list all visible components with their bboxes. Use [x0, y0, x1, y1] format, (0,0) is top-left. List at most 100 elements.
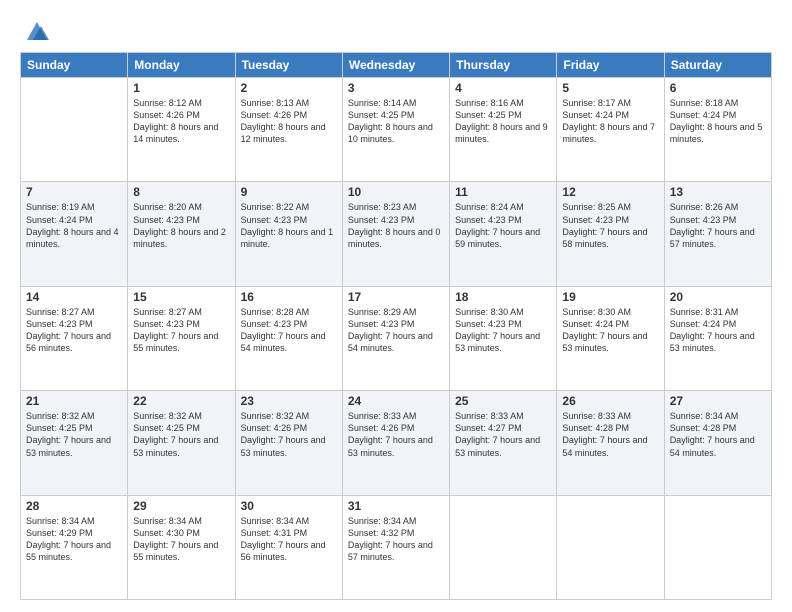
day-number: 16: [241, 290, 337, 304]
calendar-cell: 1 Sunrise: 8:12 AMSunset: 4:26 PMDaylight…: [128, 78, 235, 182]
calendar-cell: [450, 495, 557, 599]
day-number: 11: [455, 185, 551, 199]
day-info: Sunrise: 8:34 AMSunset: 4:31 PMDaylight:…: [241, 515, 337, 564]
calendar-cell: 7 Sunrise: 8:19 AMSunset: 4:24 PMDaylight…: [21, 182, 128, 286]
day-number: 20: [670, 290, 766, 304]
day-number: 24: [348, 394, 444, 408]
day-number: 14: [26, 290, 122, 304]
day-number: 31: [348, 499, 444, 513]
day-number: 21: [26, 394, 122, 408]
day-info: Sunrise: 8:25 AMSunset: 4:23 PMDaylight:…: [562, 201, 658, 250]
calendar-cell: 6Sunrise: 8:18 AMSunset: 4:24 PMDaylight…: [664, 78, 771, 182]
day-info: Sunrise: 8:32 AMSunset: 4:26 PMDaylight:…: [241, 410, 337, 459]
day-info: Sunrise: 8:17 AMSunset: 4:24 PMDaylight:…: [562, 97, 658, 146]
day-info: Sunrise: 8:16 AMSunset: 4:25 PMDaylight:…: [455, 97, 551, 146]
calendar-cell: 2Sunrise: 8:13 AMSunset: 4:26 PMDaylight…: [235, 78, 342, 182]
col-header-monday: Monday: [128, 53, 235, 78]
col-header-friday: Friday: [557, 53, 664, 78]
day-info: Sunrise: 8:14 AMSunset: 4:25 PMDaylight:…: [348, 97, 444, 146]
calendar-cell: 12 Sunrise: 8:25 AMSunset: 4:23 PMDayligh…: [557, 182, 664, 286]
col-header-saturday: Saturday: [664, 53, 771, 78]
calendar-cell: 11 Sunrise: 8:24 AMSunset: 4:23 PMDayligh…: [450, 182, 557, 286]
col-header-tuesday: Tuesday: [235, 53, 342, 78]
calendar-cell: 8 Sunrise: 8:20 AMSunset: 4:23 PMDaylight…: [128, 182, 235, 286]
day-number: 15: [133, 290, 229, 304]
day-number: 17: [348, 290, 444, 304]
day-info: Sunrise: 8:26 AMSunset: 4:23 PMDaylight:…: [670, 201, 766, 250]
calendar-cell: [21, 78, 128, 182]
day-info: Sunrise: 8:28 AMSunset: 4:23 PMDaylight:…: [241, 306, 337, 355]
day-number: 3: [348, 81, 444, 95]
day-info: Sunrise: 8:12 AMSunset: 4:26 PMDaylight:…: [133, 97, 229, 146]
day-info: Sunrise: 8:19 AMSunset: 4:24 PMDaylight:…: [26, 201, 122, 250]
day-info: Sunrise: 8:24 AMSunset: 4:23 PMDaylight:…: [455, 201, 551, 250]
calendar-cell: 3 Sunrise: 8:14 AMSunset: 4:25 PMDaylight…: [342, 78, 449, 182]
col-header-sunday: Sunday: [21, 53, 128, 78]
calendar-week-row: 1 Sunrise: 8:12 AMSunset: 4:26 PMDaylight…: [21, 78, 772, 182]
calendar-cell: 29Sunrise: 8:34 AMSunset: 4:30 PMDayligh…: [128, 495, 235, 599]
calendar-week-row: 7 Sunrise: 8:19 AMSunset: 4:24 PMDaylight…: [21, 182, 772, 286]
day-number: 26: [562, 394, 658, 408]
day-number: 23: [241, 394, 337, 408]
day-info: Sunrise: 8:33 AMSunset: 4:28 PMDaylight:…: [562, 410, 658, 459]
day-number: 6: [670, 81, 766, 95]
day-info: Sunrise: 8:27 AMSunset: 4:23 PMDaylight:…: [26, 306, 122, 355]
day-info: Sunrise: 8:32 AMSunset: 4:25 PMDaylight:…: [26, 410, 122, 459]
calendar-cell: 14 Sunrise: 8:27 AMSunset: 4:23 PMDayligh…: [21, 286, 128, 390]
day-number: 25: [455, 394, 551, 408]
calendar-table: SundayMondayTuesdayWednesdayThursdayFrid…: [20, 52, 772, 600]
day-info: Sunrise: 8:20 AMSunset: 4:23 PMDaylight:…: [133, 201, 229, 250]
day-number: 12: [562, 185, 658, 199]
day-number: 18: [455, 290, 551, 304]
calendar-cell: 18 Sunrise: 8:30 AMSunset: 4:23 PMDayligh…: [450, 286, 557, 390]
day-info: Sunrise: 8:30 AMSunset: 4:24 PMDaylight:…: [562, 306, 658, 355]
day-number: 7: [26, 185, 122, 199]
calendar-cell: 23 Sunrise: 8:32 AMSunset: 4:26 PMDayligh…: [235, 391, 342, 495]
calendar-cell: 17Sunrise: 8:29 AMSunset: 4:23 PMDayligh…: [342, 286, 449, 390]
calendar-cell: 22Sunrise: 8:32 AMSunset: 4:25 PMDayligh…: [128, 391, 235, 495]
day-number: 22: [133, 394, 229, 408]
day-number: 29: [133, 499, 229, 513]
day-info: Sunrise: 8:34 AMSunset: 4:28 PMDaylight:…: [670, 410, 766, 459]
calendar-cell: 5 Sunrise: 8:17 AMSunset: 4:24 PMDaylight…: [557, 78, 664, 182]
calendar-cell: 21 Sunrise: 8:32 AMSunset: 4:25 PMDayligh…: [21, 391, 128, 495]
day-info: Sunrise: 8:30 AMSunset: 4:23 PMDaylight:…: [455, 306, 551, 355]
day-number: 5: [562, 81, 658, 95]
day-info: Sunrise: 8:31 AMSunset: 4:24 PMDaylight:…: [670, 306, 766, 355]
calendar-week-row: 14 Sunrise: 8:27 AMSunset: 4:23 PMDayligh…: [21, 286, 772, 390]
calendar-cell: 25 Sunrise: 8:33 AMSunset: 4:27 PMDayligh…: [450, 391, 557, 495]
calendar-cell: 28Sunrise: 8:34 AMSunset: 4:29 PMDayligh…: [21, 495, 128, 599]
calendar-cell: 20 Sunrise: 8:31 AMSunset: 4:24 PMDayligh…: [664, 286, 771, 390]
col-header-wednesday: Wednesday: [342, 53, 449, 78]
day-number: 8: [133, 185, 229, 199]
calendar-cell: 30 Sunrise: 8:34 AMSunset: 4:31 PMDayligh…: [235, 495, 342, 599]
day-number: 13: [670, 185, 766, 199]
day-info: Sunrise: 8:33 AMSunset: 4:26 PMDaylight:…: [348, 410, 444, 459]
calendar-cell: 10Sunrise: 8:23 AMSunset: 4:23 PMDayligh…: [342, 182, 449, 286]
calendar-week-row: 28Sunrise: 8:34 AMSunset: 4:29 PMDayligh…: [21, 495, 772, 599]
calendar-cell: 19 Sunrise: 8:30 AMSunset: 4:24 PMDayligh…: [557, 286, 664, 390]
page: SundayMondayTuesdayWednesdayThursdayFrid…: [0, 0, 792, 612]
day-number: 9: [241, 185, 337, 199]
day-number: 1: [133, 81, 229, 95]
day-info: Sunrise: 8:33 AMSunset: 4:27 PMDaylight:…: [455, 410, 551, 459]
day-number: 19: [562, 290, 658, 304]
calendar-cell: 24 Sunrise: 8:33 AMSunset: 4:26 PMDayligh…: [342, 391, 449, 495]
calendar-cell: 9 Sunrise: 8:22 AMSunset: 4:23 PMDaylight…: [235, 182, 342, 286]
day-info: Sunrise: 8:13 AMSunset: 4:26 PMDaylight:…: [241, 97, 337, 146]
day-number: 30: [241, 499, 337, 513]
day-info: Sunrise: 8:22 AMSunset: 4:23 PMDaylight:…: [241, 201, 337, 250]
day-info: Sunrise: 8:23 AMSunset: 4:23 PMDaylight:…: [348, 201, 444, 250]
day-info: Sunrise: 8:34 AMSunset: 4:32 PMDaylight:…: [348, 515, 444, 564]
logo-icon: [23, 16, 51, 44]
col-header-thursday: Thursday: [450, 53, 557, 78]
calendar-header-row: SundayMondayTuesdayWednesdayThursdayFrid…: [21, 53, 772, 78]
day-number: 27: [670, 394, 766, 408]
day-info: Sunrise: 8:27 AMSunset: 4:23 PMDaylight:…: [133, 306, 229, 355]
header: [20, 18, 772, 44]
calendar-cell: 27 Sunrise: 8:34 AMSunset: 4:28 PMDayligh…: [664, 391, 771, 495]
calendar-cell: 15 Sunrise: 8:27 AMSunset: 4:23 PMDayligh…: [128, 286, 235, 390]
calendar-cell: 31 Sunrise: 8:34 AMSunset: 4:32 PMDayligh…: [342, 495, 449, 599]
calendar-cell: 13 Sunrise: 8:26 AMSunset: 4:23 PMDayligh…: [664, 182, 771, 286]
day-info: Sunrise: 8:34 AMSunset: 4:29 PMDaylight:…: [26, 515, 122, 564]
